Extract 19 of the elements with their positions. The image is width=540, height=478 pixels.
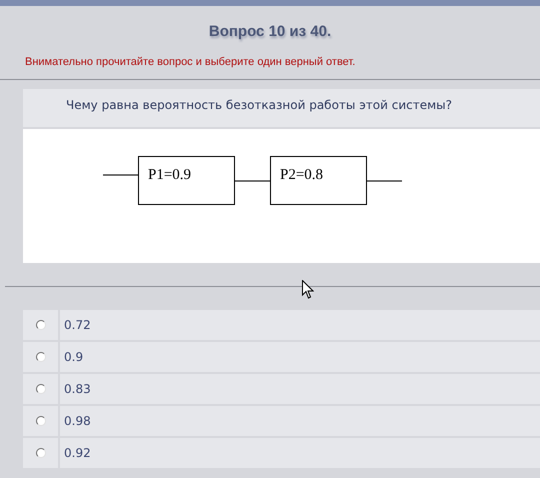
answer-option[interactable]: 0.9 bbox=[60, 342, 540, 372]
answer-option[interactable]: 0.72 bbox=[60, 310, 540, 340]
answer-option[interactable]: 0.98 bbox=[60, 406, 540, 436]
answer-option[interactable]: 0.92 bbox=[60, 438, 540, 468]
block-label: P2=0.8 bbox=[280, 167, 324, 183]
block-label: P1=0.9 bbox=[148, 167, 192, 183]
question-counter: Вопрос 10 из 40. bbox=[208, 22, 332, 40]
connector-line bbox=[234, 180, 270, 182]
radio-button[interactable] bbox=[36, 352, 46, 362]
question-text: Чему равна вероятность безотказной работы этой системы? bbox=[66, 98, 452, 112]
radio-button[interactable] bbox=[36, 448, 46, 458]
radio-button[interactable] bbox=[36, 416, 46, 426]
instruction-text: Внимательно прочитайте вопрос и выберите один верный ответ. bbox=[25, 56, 356, 68]
answer-option[interactable]: 0.83 bbox=[60, 374, 540, 404]
mouse-pointer-icon bbox=[302, 280, 314, 300]
connector-line bbox=[366, 180, 402, 182]
radio-button[interactable] bbox=[36, 320, 46, 330]
radio-button[interactable] bbox=[36, 384, 46, 394]
connector-line bbox=[102, 174, 138, 176]
